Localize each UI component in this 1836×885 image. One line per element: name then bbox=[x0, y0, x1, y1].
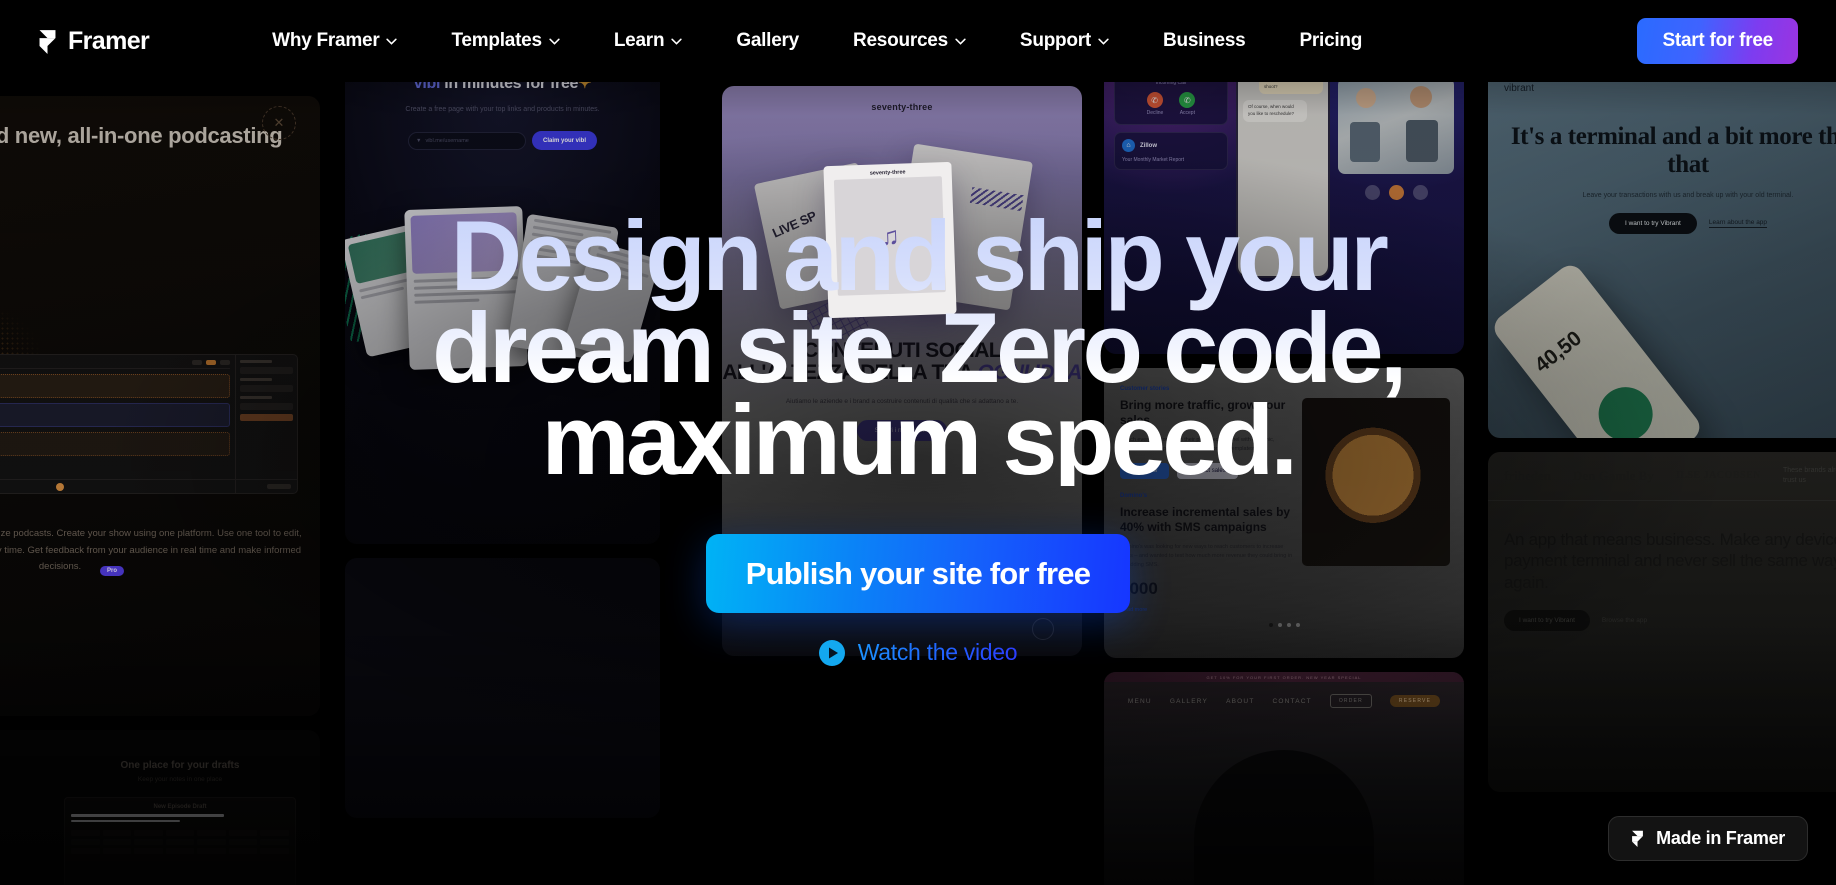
nav-item-label: Resources bbox=[853, 30, 948, 51]
framer-brand[interactable]: Framer bbox=[38, 26, 150, 56]
restaurant-nav-item: GALLERY bbox=[1169, 697, 1209, 705]
video-call-preview bbox=[1338, 78, 1454, 174]
nav-menu: Why Framer Templates Learn Gallery Resou… bbox=[245, 30, 1637, 52]
vibrant-logo: vibrant bbox=[1504, 83, 1535, 94]
restaurant-promo-bar: GET 10% FOR YOUR FIRST ORDER. NEW YEAR S… bbox=[1104, 672, 1464, 682]
vibl-username-input: ▼ vibl.me/username bbox=[407, 131, 526, 150]
nav-item-business[interactable]: Business bbox=[1136, 30, 1272, 52]
list-item: ✦What do you want to do? bbox=[0, 805, 46, 813]
brand-name: Framer bbox=[68, 26, 150, 55]
feature-title: One place for your drafts bbox=[120, 760, 240, 771]
nav-item-label: Business bbox=[1163, 30, 1246, 51]
restaurant-nav-item: MENU bbox=[1127, 697, 1152, 705]
restaurant-nav-item: CONTACT bbox=[1272, 697, 1312, 705]
vibrant-sub: Leave your transactions with us and brea… bbox=[1582, 192, 1794, 199]
nav-item-label: Templates bbox=[451, 30, 542, 51]
badge-label: Made in Framer bbox=[1656, 828, 1785, 848]
nav-item-label: Support bbox=[1019, 30, 1091, 51]
vibl-sub: Create a free page with your top links a… bbox=[405, 106, 600, 114]
chevron-down-icon bbox=[671, 38, 682, 45]
nav-item-templates[interactable]: Templates bbox=[424, 30, 586, 52]
chevron-down-icon bbox=[549, 38, 560, 45]
nav-item-gallery[interactable]: Gallery bbox=[709, 30, 826, 52]
podcast-feature-ai: Let AI think for you Generate and improv… bbox=[0, 760, 46, 885]
decline-call-icon: ✆ bbox=[1146, 92, 1163, 108]
nav-item-label: Pricing bbox=[1299, 30, 1363, 51]
start-for-free-button[interactable]: Start for free bbox=[1637, 18, 1798, 64]
zillow-icon: ⌂ bbox=[1122, 139, 1135, 152]
accept-call-icon: ✆ bbox=[1179, 92, 1196, 108]
hero-section: Design and ship your dream site. Zero co… bbox=[0, 206, 1836, 666]
nav-item-label: Why Framer bbox=[272, 30, 380, 51]
video-mic-icon bbox=[1364, 185, 1380, 200]
hero-headline: Design and ship your dream site. Zero co… bbox=[408, 206, 1428, 489]
framer-logo-icon bbox=[1632, 830, 1644, 847]
restaurant-reserve-button: RESERVE bbox=[1389, 695, 1441, 707]
nav-item-resources[interactable]: Resources bbox=[826, 30, 993, 52]
vibl-claim-button: Claim your vibl bbox=[531, 131, 597, 151]
feature-sub: Generate and improve thoughts with AI bbox=[0, 776, 46, 783]
top-navigation-bar: Framer Why Framer Templates Learn Galler… bbox=[0, 0, 1836, 82]
chevron-down-icon bbox=[1098, 38, 1109, 45]
list-item: ➤Write Social Media Post bbox=[0, 859, 46, 867]
podcast-decor-circle-icon: ✕ bbox=[262, 106, 296, 140]
video-end-icon bbox=[1388, 185, 1404, 200]
video-cam-icon bbox=[1412, 185, 1428, 200]
restaurant-nav-item: ABOUT bbox=[1226, 697, 1255, 705]
chevron-down-icon bbox=[386, 38, 398, 45]
nav-item-support[interactable]: Support bbox=[993, 30, 1136, 52]
framer-landing-page: Here is your brand new, all-in-one podca… bbox=[0, 0, 1836, 885]
podcast-heading: Here is your brand new, all-in-one podca… bbox=[0, 123, 283, 148]
nav-item-why-framer[interactable]: Why Framer bbox=[245, 30, 424, 52]
watch-video-label: Watch the video bbox=[857, 639, 1018, 666]
made-in-framer-badge[interactable]: Made in Framer bbox=[1608, 816, 1808, 861]
restaurant-order-button: ORDER bbox=[1329, 694, 1372, 708]
draft-title: New Episode Draft bbox=[153, 804, 207, 810]
nav-item-learn[interactable]: Learn bbox=[587, 30, 710, 52]
feature-title: Let AI think for you bbox=[0, 760, 46, 771]
nav-item-label: Learn bbox=[613, 30, 665, 51]
framer-logo-icon bbox=[39, 29, 56, 54]
template-card-podcast-features: Let AI think for you Generate and improv… bbox=[0, 730, 320, 885]
notification-card: ⌂ Zillow Your Monthly Market Report bbox=[1114, 132, 1228, 170]
feature-sub: Keep your notes in one place bbox=[137, 776, 223, 783]
podcast-feature-drafts: One place for your drafts Keep your note… bbox=[64, 760, 296, 885]
seventythree-logo: seventy-three bbox=[871, 102, 933, 112]
chat-bubble: Of course, when would you like to resche… bbox=[1243, 100, 1307, 122]
chevron-down-icon bbox=[955, 38, 966, 45]
publish-site-button[interactable]: Publish your site for free bbox=[705, 534, 1131, 614]
nav-item-pricing[interactable]: Pricing bbox=[1272, 30, 1389, 52]
template-card-restaurant: GET 10% FOR YOUR FIRST ORDER. NEW YEAR S… bbox=[1104, 672, 1464, 885]
nav-item-label: Gallery bbox=[736, 30, 799, 51]
vibl-prefix-icon: ▼ bbox=[415, 137, 422, 144]
watch-video-link[interactable]: Watch the video bbox=[818, 639, 1018, 666]
list-item: ✎Write Episode Ideas bbox=[0, 823, 46, 831]
vibrant-heading: It's a terminal and a bit more than that bbox=[1510, 123, 1836, 178]
list-item: ☰Write Show Notes bbox=[0, 877, 46, 885]
list-item: ▤Write Episode Text bbox=[0, 841, 46, 849]
play-circle-icon bbox=[818, 639, 845, 666]
restaurant-arch-decor bbox=[1194, 750, 1374, 885]
